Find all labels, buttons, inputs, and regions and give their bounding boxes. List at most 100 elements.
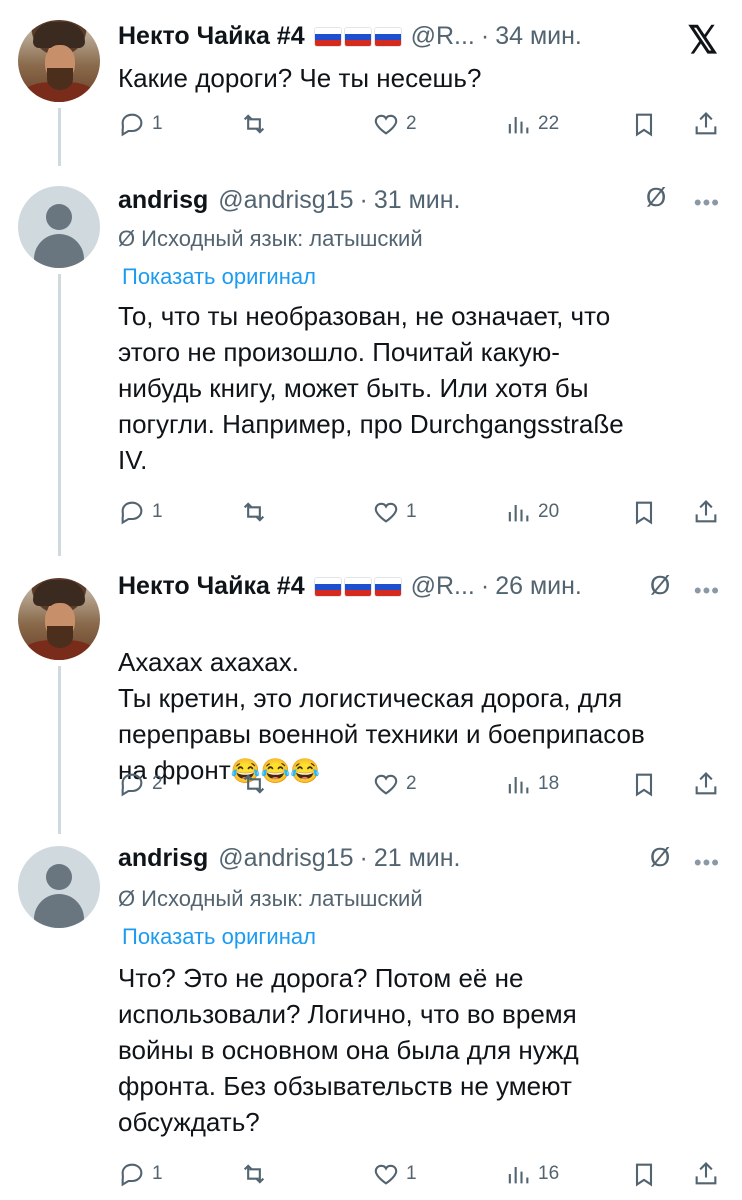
avatar[interactable] [18, 20, 100, 102]
russia-flag-icon [314, 577, 341, 596]
reply-icon [121, 773, 143, 797]
heart-icon [374, 502, 398, 523]
retweet-icon [243, 1164, 265, 1184]
retweet-button[interactable] [240, 1160, 274, 1188]
tweet[interactable]: Некто Чайка #4 @R... · 26 мин. Ø ••• Аха… [0, 560, 742, 830]
bookmark-button[interactable] [630, 1160, 658, 1188]
view-count: 20 [538, 501, 560, 522]
russia-flag-icon [344, 577, 371, 596]
show-original-link[interactable]: Показать оригинал [122, 924, 316, 950]
translate-icon[interactable]: Ø [646, 182, 666, 213]
tweet-text: Ахахах ахахах. Ты кретин, это логистичес… [118, 608, 718, 790]
flag-icons [314, 577, 401, 596]
display-name[interactable]: andrisg [118, 844, 208, 873]
share-icon [695, 772, 717, 795]
views-icon [508, 1167, 529, 1184]
user-handle[interactable]: @andrisg15 [218, 844, 353, 873]
share-button[interactable] [692, 1160, 720, 1188]
translate-icon[interactable]: Ø [650, 570, 670, 601]
timestamp[interactable]: 21 мин. [374, 844, 461, 873]
avatar[interactable] [18, 186, 100, 268]
timestamp[interactable]: 31 мин. [374, 186, 461, 215]
reply-icon [121, 113, 143, 137]
views-icon [508, 117, 529, 134]
like-count: 1 [406, 501, 417, 522]
source-language: Ø Исходный язык: латышский [118, 226, 423, 251]
reply-count: 1 [152, 501, 163, 522]
source-language: Ø Исходный язык: латышский [118, 886, 423, 911]
display-name[interactable]: andrisg [118, 186, 208, 215]
more-options-icon[interactable]: ••• [694, 850, 720, 876]
more-options-icon[interactable]: ••• [694, 578, 720, 604]
retweet-button[interactable] [240, 498, 274, 526]
bookmark-button[interactable] [630, 110, 658, 138]
user-handle[interactable]: @andrisg15 [218, 186, 353, 215]
tweet[interactable]: Некто Чайка #4 @R... · 34 мин. 𝕏 Какие д… [0, 0, 742, 170]
views-icon [508, 777, 529, 794]
avatar[interactable] [18, 578, 100, 660]
share-button[interactable] [692, 498, 720, 526]
separator-dot: · [480, 572, 490, 600]
reply-button[interactable]: 2 [118, 770, 163, 798]
heart-icon [374, 774, 398, 795]
tweet[interactable]: andrisg @andrisg15 · 21 мин. Ø ••• Ø Исх… [0, 830, 742, 1200]
share-icon [695, 1162, 717, 1185]
retweet-icon [243, 774, 265, 794]
tweet-text: Какие дороги? Че ты несешь? [118, 63, 482, 93]
share-button[interactable] [692, 770, 720, 798]
translate-icon: Ø [118, 886, 136, 911]
flag-icons [314, 27, 401, 46]
separator-dot: · [359, 186, 368, 214]
display-name[interactable]: Некто Чайка #4 [118, 572, 305, 601]
view-count: 18 [538, 773, 560, 794]
reply-count: 2 [152, 773, 163, 794]
bookmark-button[interactable] [630, 770, 658, 798]
retweet-button[interactable] [240, 110, 274, 138]
like-button[interactable]: 2 [372, 110, 417, 138]
like-button[interactable]: 2 [372, 770, 417, 798]
russia-flag-icon [344, 27, 371, 46]
display-name[interactable]: Некто Чайка #4 [118, 22, 305, 51]
tweet[interactable]: andrisg @andrisg15 · 31 мин. Ø ••• Ø Исх… [0, 168, 742, 558]
reply-count: 1 [152, 1163, 163, 1184]
translate-icon: Ø [118, 226, 136, 251]
tweet-actions: 2 2 18 [118, 770, 728, 800]
share-button[interactable] [692, 110, 720, 138]
like-button[interactable]: 1 [372, 498, 417, 526]
bookmark-icon [635, 501, 653, 525]
russia-flag-icon [374, 577, 401, 596]
bookmark-button[interactable] [630, 498, 658, 526]
reply-button[interactable]: 1 [118, 1160, 163, 1188]
timestamp[interactable]: 34 мин. [495, 22, 582, 51]
views-button[interactable]: 22 [504, 110, 559, 138]
like-count: 1 [406, 1163, 417, 1184]
like-button[interactable]: 1 [372, 1160, 417, 1188]
user-handle[interactable]: @R... [411, 572, 475, 601]
russia-flag-icon [314, 27, 341, 46]
reply-icon [121, 501, 143, 525]
translate-icon[interactable]: Ø [650, 842, 670, 873]
reply-count: 1 [152, 113, 163, 134]
more-options-icon[interactable]: ••• [694, 190, 720, 216]
like-count: 2 [406, 113, 417, 134]
separator-dot: · [480, 22, 490, 50]
retweet-button[interactable] [240, 770, 274, 798]
show-original-link[interactable]: Показать оригинал [122, 264, 316, 290]
views-button[interactable]: 20 [504, 498, 559, 526]
user-handle[interactable]: @R... [411, 22, 475, 51]
x-logo-icon[interactable]: 𝕏 [687, 18, 718, 63]
share-icon [695, 500, 717, 523]
tweet-actions: 1 1 20 [118, 498, 728, 528]
views-button[interactable]: 18 [504, 770, 559, 798]
heart-icon [374, 114, 398, 135]
reply-button[interactable]: 1 [118, 110, 163, 138]
timestamp[interactable]: 26 мин. [495, 572, 582, 601]
heart-icon [374, 1164, 398, 1185]
tweet-text: Что? Это не дорога? Потом её не использо… [118, 963, 579, 1137]
bookmark-icon [635, 113, 653, 137]
retweet-icon [243, 502, 265, 522]
tweet-actions: 1 1 16 [118, 1160, 728, 1190]
reply-button[interactable]: 1 [118, 498, 163, 526]
avatar[interactable] [18, 846, 100, 928]
views-button[interactable]: 16 [504, 1160, 559, 1188]
